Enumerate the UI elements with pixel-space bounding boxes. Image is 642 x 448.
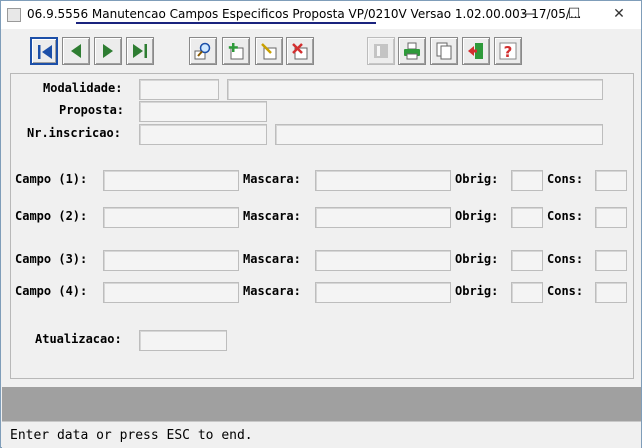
atualizacao-field[interactable] xyxy=(139,330,227,351)
campo-4-cons-label: Cons: xyxy=(547,284,584,298)
campo-3-field[interactable] xyxy=(103,250,239,271)
campo-2-mascara-field[interactable] xyxy=(315,207,451,228)
toolbar: ? xyxy=(2,29,641,73)
campo-2-field[interactable] xyxy=(103,207,239,228)
campo-4-obrig-field[interactable] xyxy=(511,282,543,303)
modalidade-field[interactable] xyxy=(139,79,219,100)
edit-button[interactable] xyxy=(255,37,283,65)
campo-3-cons-field[interactable] xyxy=(595,250,627,271)
delete-icon xyxy=(292,43,308,60)
campo-2-mascara-label: Mascara: xyxy=(243,209,301,223)
campo-3-obrig-label: Obrig: xyxy=(455,252,499,266)
list-button[interactable] xyxy=(367,37,395,65)
list-icon xyxy=(374,44,388,58)
campo-2-cons-label: Cons: xyxy=(547,209,584,223)
campo-3-obrig-field[interactable] xyxy=(511,250,543,271)
proposta-field[interactable] xyxy=(139,101,267,122)
exit-icon xyxy=(468,43,483,59)
help-button[interactable]: ? xyxy=(494,37,522,65)
search-icon xyxy=(194,42,211,60)
campo-1-cons-field[interactable] xyxy=(595,170,627,191)
campo-4-mascara-field[interactable] xyxy=(315,282,451,303)
add-button[interactable] xyxy=(222,37,250,65)
print-icon xyxy=(404,42,420,60)
title-bar[interactable]: 06.9.5556 Manutencao Campos Especificos … xyxy=(1,1,641,29)
last-record-button[interactable] xyxy=(126,37,154,65)
campo-4-label: Campo (4): xyxy=(15,284,88,298)
edit-icon xyxy=(261,43,277,60)
previous-record-icon xyxy=(71,44,81,58)
modalidade-label: Modalidade: xyxy=(43,81,123,95)
campo-3-mascara-label: Mascara: xyxy=(243,252,301,266)
window-title: 06.9.5556 Manutencao Campos Especificos … xyxy=(27,7,582,21)
close-button[interactable]: ✕ xyxy=(599,3,639,27)
previous-record-button[interactable] xyxy=(62,37,90,65)
campo-4-cons-field[interactable] xyxy=(595,282,627,303)
atualizacao-label: Atualizacao: xyxy=(35,332,122,346)
campo-1-mascara-field[interactable] xyxy=(315,170,451,191)
first-record-button[interactable] xyxy=(30,37,58,65)
title-underline xyxy=(76,22,376,24)
nr-inscricao-field[interactable] xyxy=(139,124,267,145)
campo-4-obrig-label: Obrig: xyxy=(455,284,499,298)
last-record-icon xyxy=(133,44,147,58)
maximize-button[interactable]: ☐ xyxy=(554,3,594,27)
campo-1-label: Campo (1): xyxy=(15,172,88,186)
add-icon xyxy=(228,43,244,60)
help-icon: ? xyxy=(499,42,517,61)
nr-inscricao-description-field[interactable] xyxy=(275,124,603,145)
copy-icon xyxy=(436,42,452,60)
campo-1-cons-label: Cons: xyxy=(547,172,584,186)
campo-2-obrig-field[interactable] xyxy=(511,207,543,228)
delete-button[interactable] xyxy=(286,37,314,65)
search-button[interactable] xyxy=(189,37,217,65)
campo-2-obrig-label: Obrig: xyxy=(455,209,499,223)
print-button[interactable] xyxy=(398,37,426,65)
campo-1-mascara-label: Mascara: xyxy=(243,172,301,186)
svg-text:?: ? xyxy=(504,43,513,61)
campo-3-cons-label: Cons: xyxy=(547,252,584,266)
campo-1-obrig-label: Obrig: xyxy=(455,172,499,186)
status-text: Enter data or press ESC to end. xyxy=(10,428,253,443)
nr-inscricao-label: Nr.inscricao: xyxy=(27,126,121,140)
message-area xyxy=(2,387,641,421)
campo-3-label: Campo (3): xyxy=(15,252,88,266)
app-window: 06.9.5556 Manutencao Campos Especificos … xyxy=(0,0,642,448)
campo-3-mascara-field[interactable] xyxy=(315,250,451,271)
proposta-label: Proposta: xyxy=(59,103,125,117)
modalidade-description-field[interactable] xyxy=(227,79,603,100)
campo-4-field[interactable] xyxy=(103,282,239,303)
campo-2-label: Campo (2): xyxy=(15,209,88,223)
campo-4-mascara-label: Mascara: xyxy=(243,284,301,298)
copy-button[interactable] xyxy=(430,37,458,65)
next-record-icon xyxy=(103,44,113,58)
minimize-button[interactable]: — xyxy=(509,3,549,27)
first-record-icon xyxy=(38,45,52,59)
exit-button[interactable] xyxy=(462,37,490,65)
status-bar: Enter data or press ESC to end. xyxy=(2,421,641,448)
campo-2-cons-field[interactable] xyxy=(595,207,627,228)
app-icon xyxy=(7,8,21,22)
campo-1-obrig-field[interactable] xyxy=(511,170,543,191)
next-record-button[interactable] xyxy=(94,37,122,65)
campo-1-field[interactable] xyxy=(103,170,239,191)
